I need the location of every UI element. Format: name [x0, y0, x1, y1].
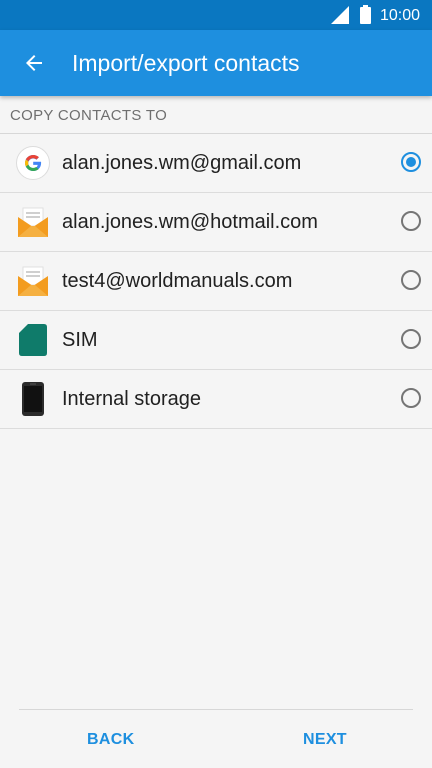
radio-unselected[interactable] [401, 329, 421, 349]
email-icon [18, 266, 48, 296]
status-time: 10:00 [380, 7, 421, 24]
option-label: test4@worldmanuals.com [62, 270, 293, 292]
page-title: Import/export contacts [72, 50, 300, 76]
option-internal-storage[interactable]: Internal storage [0, 370, 432, 429]
signal-icon [331, 6, 349, 24]
arrow-back-icon[interactable] [22, 51, 46, 75]
option-gmail-account[interactable]: alan.jones.wm@gmail.com [0, 134, 432, 193]
option-label: Internal storage [62, 388, 201, 410]
option-sim[interactable]: SIM [0, 311, 432, 370]
destination-list: alan.jones.wm@gmail.com alan.jones.wm@ho… [0, 134, 432, 429]
radio-unselected[interactable] [401, 270, 421, 290]
option-label: alan.jones.wm@gmail.com [62, 152, 302, 174]
back-button[interactable]: BACK [87, 731, 134, 749]
footer-divider [19, 709, 413, 710]
google-icon [16, 146, 50, 180]
app-bar: Import/export contacts [0, 30, 432, 96]
next-button[interactable]: NEXT [303, 731, 347, 749]
option-label: SIM [62, 329, 98, 351]
radio-unselected[interactable] [401, 211, 421, 231]
phone-storage-icon [22, 382, 44, 416]
option-worldmanuals-account[interactable]: test4@worldmanuals.com [0, 252, 432, 311]
section-header: COPY CONTACTS TO [10, 107, 168, 124]
option-label: alan.jones.wm@hotmail.com [62, 211, 318, 233]
battery-icon [360, 5, 371, 24]
radio-selected[interactable] [401, 152, 421, 172]
status-bar: 10:00 [0, 0, 432, 30]
email-icon [18, 207, 48, 237]
radio-unselected[interactable] [401, 388, 421, 408]
option-hotmail-account[interactable]: alan.jones.wm@hotmail.com [0, 193, 432, 252]
sim-card-icon [19, 324, 47, 356]
